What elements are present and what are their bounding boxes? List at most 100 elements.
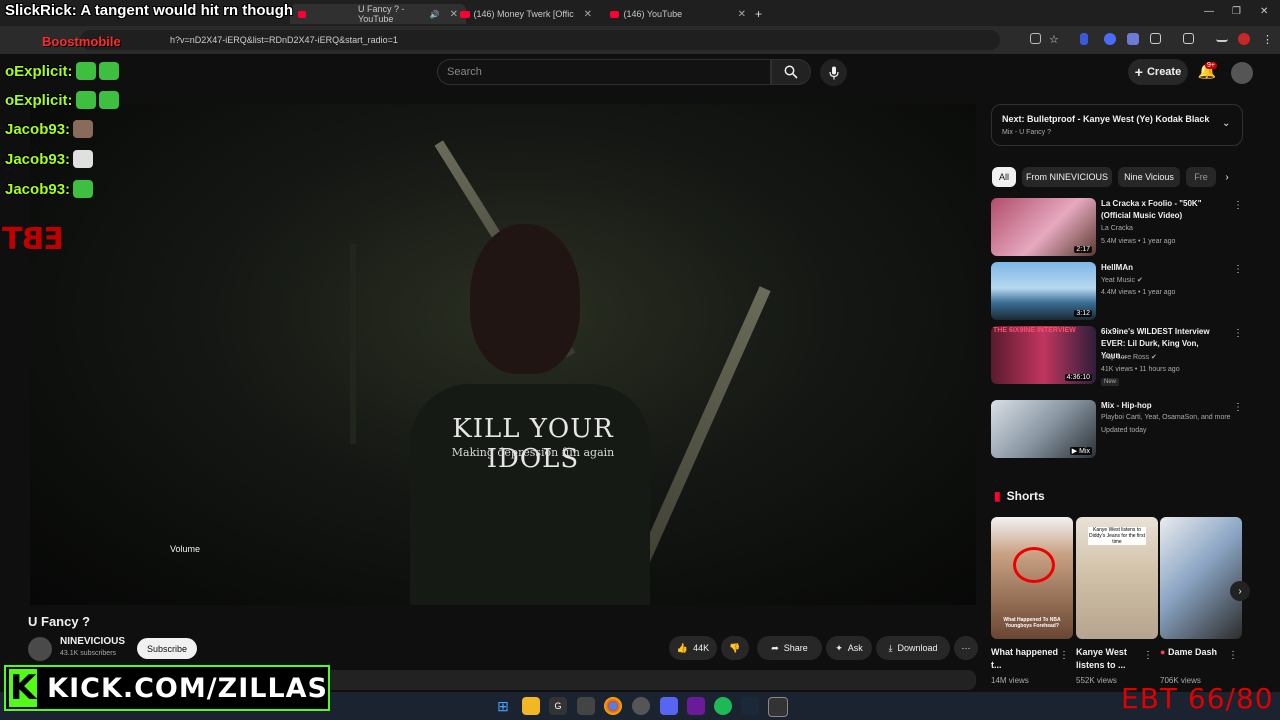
search-button[interactable]	[771, 59, 811, 85]
short-menu-icon[interactable]: ⋮	[1228, 650, 1238, 661]
short-menu-icon[interactable]: ⋮	[1143, 650, 1153, 661]
channel-name[interactable]: NINEVICIOUS	[60, 636, 125, 647]
video-title: U Fancy ?	[28, 614, 91, 629]
profile-icon[interactable]	[1238, 33, 1250, 45]
tab-youtube-home[interactable]: (146) YouTube ✕	[610, 4, 746, 24]
chip-nine-vicious[interactable]: Nine Vicious	[1118, 167, 1180, 187]
emote-icon	[98, 91, 119, 109]
up-next-subtitle: Mix - U Fancy ?	[1002, 129, 1052, 136]
browser-menu-icon[interactable]: ⋮	[1262, 33, 1274, 46]
minimize-icon[interactable]: —	[1204, 6, 1214, 17]
speaker-icon[interactable]: 🔊	[430, 10, 440, 19]
voice-search-button[interactable]	[820, 59, 847, 86]
live-dot-icon: ●	[1160, 647, 1166, 657]
thumbs-down-icon: 👎	[729, 642, 741, 653]
close-tab-icon[interactable]: ✕	[450, 9, 458, 20]
short-views: 552K views	[1076, 676, 1117, 685]
video-subject-head	[470, 224, 580, 374]
close-tab-icon[interactable]: ✕	[584, 9, 592, 20]
app-icon[interactable]: G	[549, 697, 567, 715]
tab-money-twerk[interactable]: (146) Money Twerk [Official M... ✕	[460, 4, 592, 24]
emote-icon	[75, 62, 96, 80]
stream-chat-line: Jacob93:	[5, 180, 94, 198]
steam-icon[interactable]	[741, 697, 759, 715]
chevron-down-icon[interactable]: ⌄	[1222, 118, 1230, 129]
rec-menu-icon[interactable]: ⋮	[1233, 200, 1243, 211]
app-icon[interactable]	[687, 697, 705, 715]
new-tab-button[interactable]: +	[755, 4, 762, 24]
rec-thumbnail[interactable]: ▶ Mix	[991, 400, 1096, 458]
windows-start-icon[interactable]: ⊞	[494, 697, 512, 715]
sidebar-icon[interactable]	[1183, 33, 1194, 44]
maximize-icon[interactable]: ❐	[1232, 6, 1241, 17]
dislike-button[interactable]: 👎	[721, 636, 749, 660]
download-button[interactable]: ⤓ Download	[876, 636, 950, 660]
rec-menu-icon[interactable]: ⋮	[1233, 402, 1243, 413]
short-menu-icon[interactable]: ⋮	[1059, 650, 1069, 661]
star-icon[interactable]: ☆	[1049, 33, 1061, 46]
youtube-icon	[610, 10, 620, 18]
red-circle-highlight	[1013, 547, 1055, 583]
app-icon[interactable]	[632, 697, 650, 715]
rec-item[interactable]: 2:17 La Cracka x Foolio - "50K" (Officia…	[991, 198, 1243, 258]
video-player[interactable]: KILL YOUR IDOLS Making depression fun ag…	[30, 104, 976, 605]
rec-item[interactable]: ▶ Mix Mix - Hip-hop Playboi Carti, Yeat,…	[991, 400, 1243, 460]
short-title[interactable]: Kanye West listens to ...	[1076, 646, 1144, 672]
chip-all[interactable]: All	[992, 167, 1016, 187]
ask-button[interactable]: ✦ Ask	[826, 636, 872, 660]
up-next-panel[interactable]: Next: Bulletproof - Kanye West (Ye) Koda…	[991, 104, 1243, 146]
subscribe-button[interactable]: Subscribe	[137, 638, 197, 659]
short-title[interactable]: What happened t...	[991, 646, 1059, 672]
spotify-icon[interactable]	[714, 697, 732, 715]
youtube-icon	[460, 10, 470, 18]
short-thumbnail[interactable]	[1160, 517, 1242, 639]
rec-item[interactable]: THE 6IX9INE INTERVIEW 4:36:10 6ix9ine's …	[991, 326, 1243, 386]
rec-item[interactable]: 3:12 HellMAn Yeat Music ✔ 4.4M views • 1…	[991, 262, 1243, 322]
share-button[interactable]: ➦ Share	[757, 636, 822, 660]
notification-count-badge: 9+	[1205, 62, 1217, 69]
close-tab-icon[interactable]: ✕	[738, 9, 746, 20]
account-avatar[interactable]	[1231, 62, 1253, 84]
channel-avatar[interactable]	[28, 637, 52, 661]
short-thumbnail[interactable]: What Happened To NBA Youngboys Forehead?	[991, 517, 1073, 639]
more-actions-button[interactable]: ···	[954, 636, 978, 660]
close-window-icon[interactable]: ✕	[1260, 6, 1268, 17]
rec-thumbnail[interactable]: 3:12	[991, 262, 1096, 320]
search-input[interactable]: Search	[437, 59, 771, 85]
short-title[interactable]: ● Dame Dash	[1160, 646, 1220, 659]
file-explorer-icon[interactable]	[522, 697, 540, 715]
screenshot-icon[interactable]	[1030, 33, 1041, 44]
create-button[interactable]: + Create	[1128, 59, 1188, 85]
share-icon: ➦	[771, 642, 779, 653]
extension-icon[interactable]	[1127, 33, 1139, 45]
discord-icon[interactable]	[660, 697, 678, 715]
emote-icon	[73, 180, 94, 198]
chrome-icon[interactable]	[604, 697, 622, 715]
short-thumbnail[interactable]: Kanye West listens to Diddy's Jeans for …	[1076, 517, 1158, 639]
ebt-counter: EBT 66/80	[1121, 682, 1274, 715]
like-button[interactable]: 👍 44K	[669, 636, 717, 660]
rec-menu-icon[interactable]: ⋮	[1233, 328, 1243, 339]
emote-icon	[75, 91, 96, 109]
epic-games-icon[interactable]	[768, 697, 788, 717]
downloads-icon[interactable]	[1216, 33, 1228, 42]
extension-icon[interactable]	[1104, 33, 1116, 45]
extension-icon[interactable]	[1080, 33, 1088, 45]
chip-more[interactable]: Fre	[1186, 167, 1216, 187]
chip-from-ninevicious[interactable]: From NINEVICIOUS	[1022, 167, 1112, 187]
app-icon[interactable]	[577, 697, 595, 715]
rec-thumbnail[interactable]: THE 6IX9INE INTERVIEW 4:36:10	[991, 326, 1096, 384]
sparkle-icon: ✦	[835, 642, 843, 653]
puzzle-icon[interactable]	[1150, 33, 1161, 44]
rec-thumbnail[interactable]: 2:17	[991, 198, 1096, 256]
tab-u-fancy[interactable]: U Fancy ? - YouTube 🔊 ✕	[290, 4, 466, 24]
chevron-right-icon[interactable]: ›	[1230, 581, 1250, 601]
up-next-title: Next: Bulletproof - Kanye West (Ye) Koda…	[1002, 114, 1210, 124]
stream-chat-top-message: SlickRick: A tangent would hit rn though	[5, 2, 294, 19]
shirt-text: KILL YOUR IDOLS	[452, 414, 614, 474]
emote-icon	[98, 62, 119, 80]
address-bar[interactable]: h?v=nD2X47-iERQ&list=RDnD2X47-iERQ&start…	[80, 30, 1000, 50]
chevron-right-icon[interactable]: ›	[1217, 167, 1237, 187]
rec-menu-icon[interactable]: ⋮	[1233, 264, 1243, 275]
shirt-subtext: Making depression fun again	[451, 446, 615, 459]
